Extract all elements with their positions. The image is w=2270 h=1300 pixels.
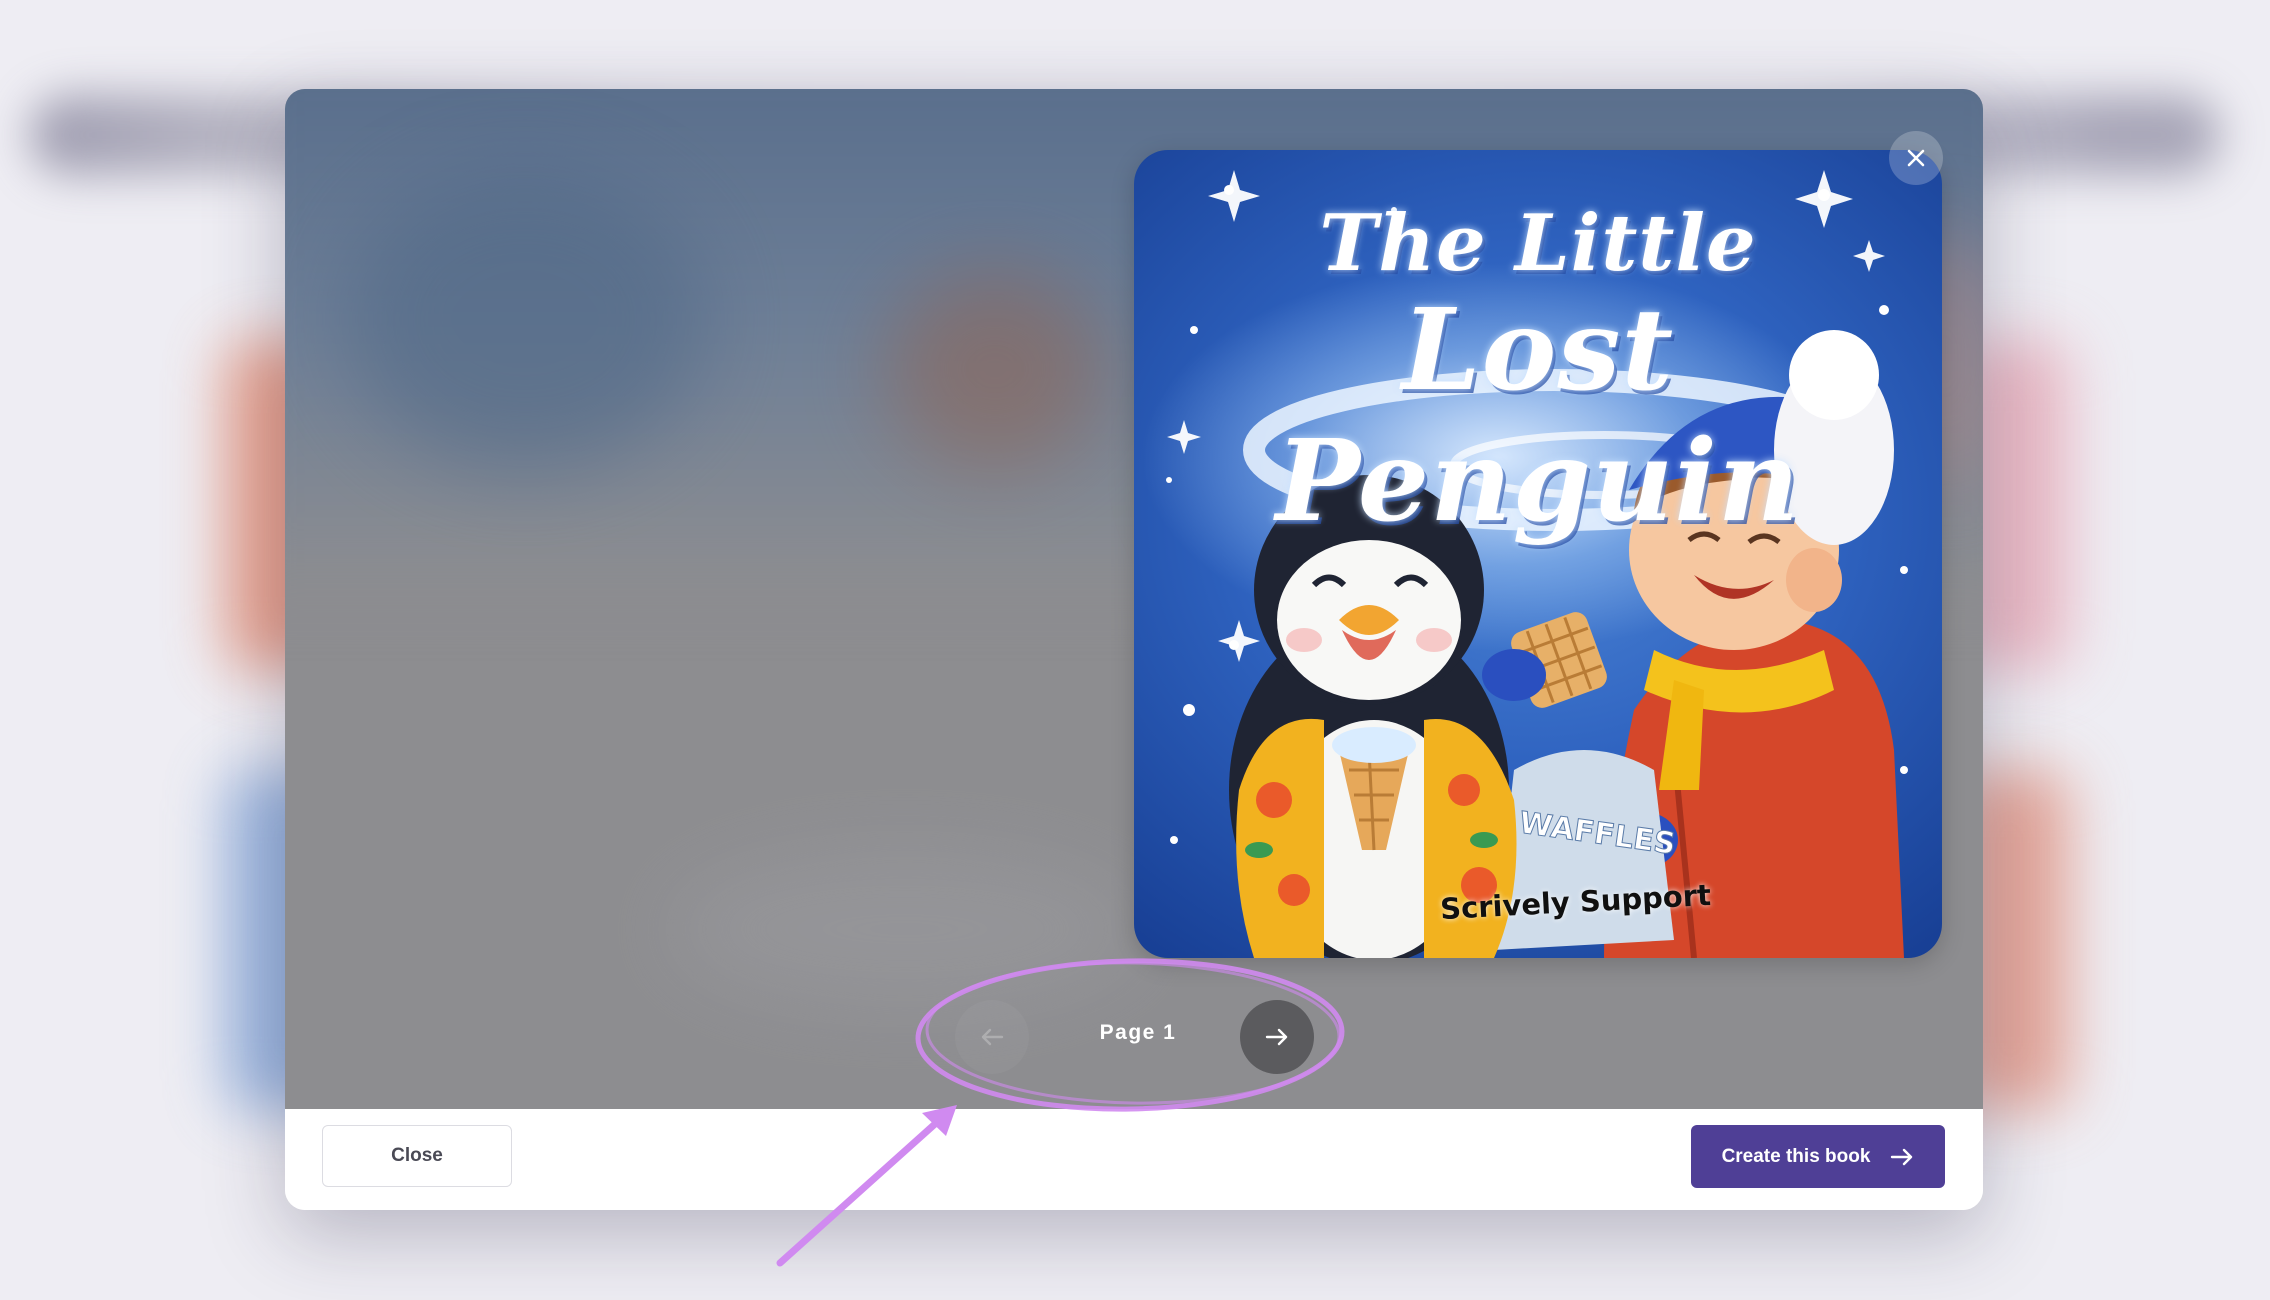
blur-shape xyxy=(885,269,1105,469)
page-indicator: Page 1 xyxy=(1099,1021,1177,1044)
close-button[interactable]: Close xyxy=(322,1125,512,1187)
close-icon[interactable] xyxy=(1889,131,1943,185)
arrow-right-icon xyxy=(1891,1148,1913,1165)
create-book-label: Create this book xyxy=(1721,1145,1871,1167)
create-book-button[interactable]: Create this book xyxy=(1691,1125,1945,1188)
previous-page-button[interactable] xyxy=(955,1000,1029,1074)
book-preview-modal: WAFFLES The Little Lost Penguin Scrively… xyxy=(285,89,1983,1210)
arrow-left-icon xyxy=(981,1028,1004,1046)
next-page-button[interactable] xyxy=(1240,1000,1314,1074)
blur-shape xyxy=(665,849,1145,1009)
preview-viewer: WAFFLES The Little Lost Penguin Scrively… xyxy=(285,89,1983,1109)
arrow-right-icon xyxy=(1265,1028,1288,1046)
book-title-line-2: Lost Penguin xyxy=(1275,285,1801,547)
modal-footer: Close Create this book xyxy=(285,1109,1983,1210)
book-title-line-1: The Little xyxy=(1319,198,1757,289)
book-cover-image: WAFFLES The Little Lost Penguin Scrively… xyxy=(1134,150,1942,958)
blur-shape xyxy=(345,169,705,469)
